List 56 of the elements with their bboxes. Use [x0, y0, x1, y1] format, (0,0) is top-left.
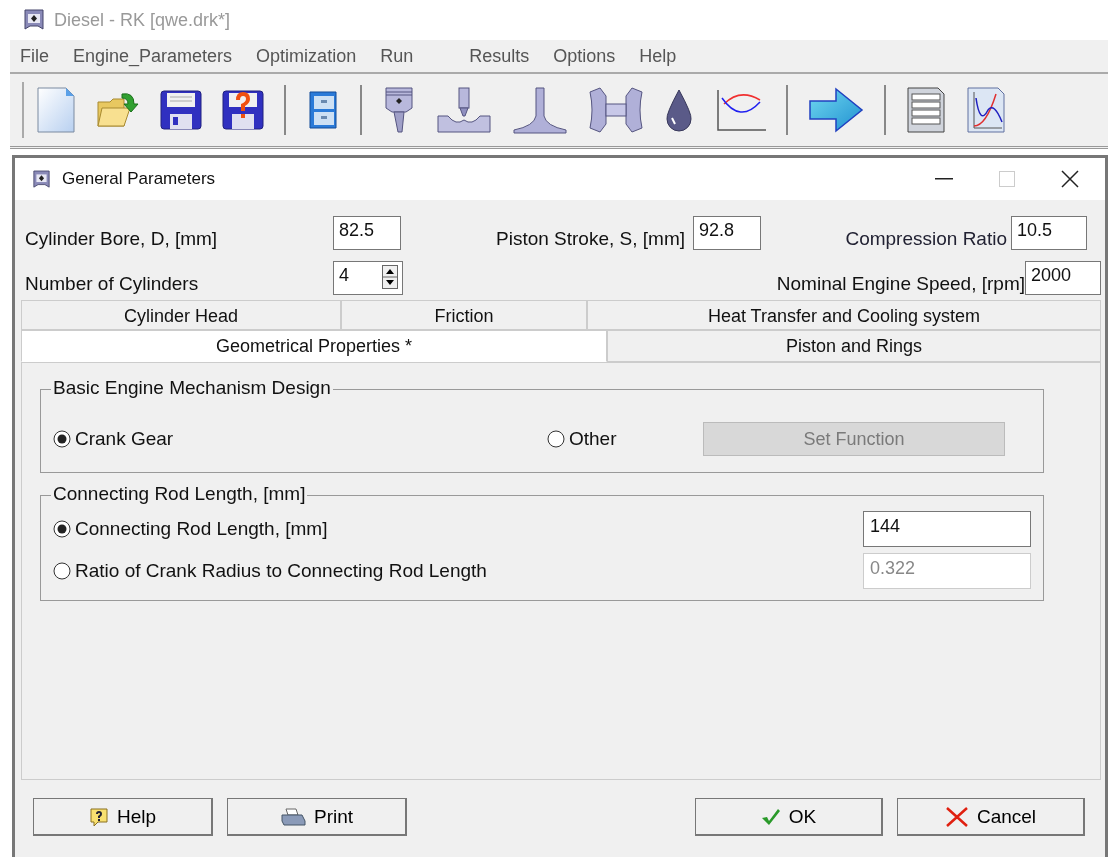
field-label: Number of Cylinders	[25, 272, 200, 295]
tab[interactable]: Piston and Rings	[607, 330, 1101, 362]
right-arrow-icon[interactable]	[808, 87, 864, 133]
tab[interactable]: Heat Transfer and Cooling system	[587, 300, 1101, 330]
menu-item[interactable]: File	[20, 45, 49, 67]
ok-button[interactable]: OK	[695, 798, 883, 836]
printer-icon	[279, 806, 306, 827]
line-graph-icon[interactable]	[714, 88, 766, 132]
tab[interactable]: Cylinder Head	[21, 300, 341, 330]
window-title: Diesel - RK [qwe.drk*]	[54, 9, 231, 31]
piston-icon	[24, 9, 44, 31]
spin-arrows-icon[interactable]	[382, 265, 398, 289]
option-label: Ratio of Crank Radius to Connecting Rod Length	[75, 560, 488, 582]
input-field[interactable]: 2000	[1025, 261, 1101, 295]
input-field[interactable]: 10.5	[1011, 216, 1087, 250]
drop-icon[interactable]	[664, 88, 694, 132]
field-label: Nominal Engine Speed, [rpm]	[776, 272, 1025, 295]
option-label: Other	[569, 428, 617, 450]
dialog-button[interactable]: Help	[33, 798, 213, 836]
menu-item[interactable]: Optimization	[256, 45, 357, 67]
chart-document-icon[interactable]	[966, 86, 1006, 134]
tab[interactable]: Friction	[341, 300, 587, 330]
option-label: Connecting Rod Length, [mm]	[75, 518, 329, 540]
folder-icon[interactable]	[96, 90, 140, 130]
file-cabinet-icon[interactable]	[306, 90, 340, 130]
list-document-icon[interactable]	[906, 86, 946, 134]
radio-button[interactable]	[53, 520, 71, 538]
radio-button[interactable]	[53, 430, 71, 448]
injector-icon[interactable]	[436, 86, 492, 134]
input-field[interactable]: 92.8	[693, 216, 761, 250]
valve-icon[interactable]	[512, 86, 568, 134]
dialog-title: General Parameters	[62, 169, 216, 189]
menu-item[interactable]: Run	[380, 45, 414, 67]
radio-button[interactable]	[547, 430, 565, 448]
piston-icon	[33, 169, 50, 189]
help-icon	[88, 806, 109, 827]
minimize-icon[interactable]	[935, 178, 953, 180]
menu-item[interactable]: Help	[639, 45, 677, 67]
piston-icon[interactable]	[382, 86, 416, 134]
cross-icon	[944, 805, 969, 828]
dialog-button[interactable]: Print	[227, 798, 407, 836]
close-icon[interactable]	[1061, 170, 1079, 188]
field-label: Compression Ratio	[844, 227, 1008, 250]
option-label: Crank Gear	[75, 428, 174, 450]
tab[interactable]: Geometrical Properties *	[21, 330, 607, 362]
field-label: Cylinder Bore, D, [mm]	[25, 227, 219, 250]
input-field[interactable]: 144	[863, 511, 1031, 547]
turbocharger-icon[interactable]	[588, 86, 644, 134]
menu-item[interactable]: Results	[469, 45, 530, 67]
menu-item[interactable]: Engine_Parameters	[73, 45, 233, 67]
check-icon	[760, 807, 781, 826]
field-label: Piston Stroke, S, [mm]	[495, 227, 686, 250]
dialog-button[interactable]: Cancel	[897, 798, 1085, 836]
menu-item[interactable]: Options	[553, 45, 616, 67]
spin-box[interactable]: 4	[333, 261, 403, 295]
input-field[interactable]: 82.5	[333, 216, 401, 250]
